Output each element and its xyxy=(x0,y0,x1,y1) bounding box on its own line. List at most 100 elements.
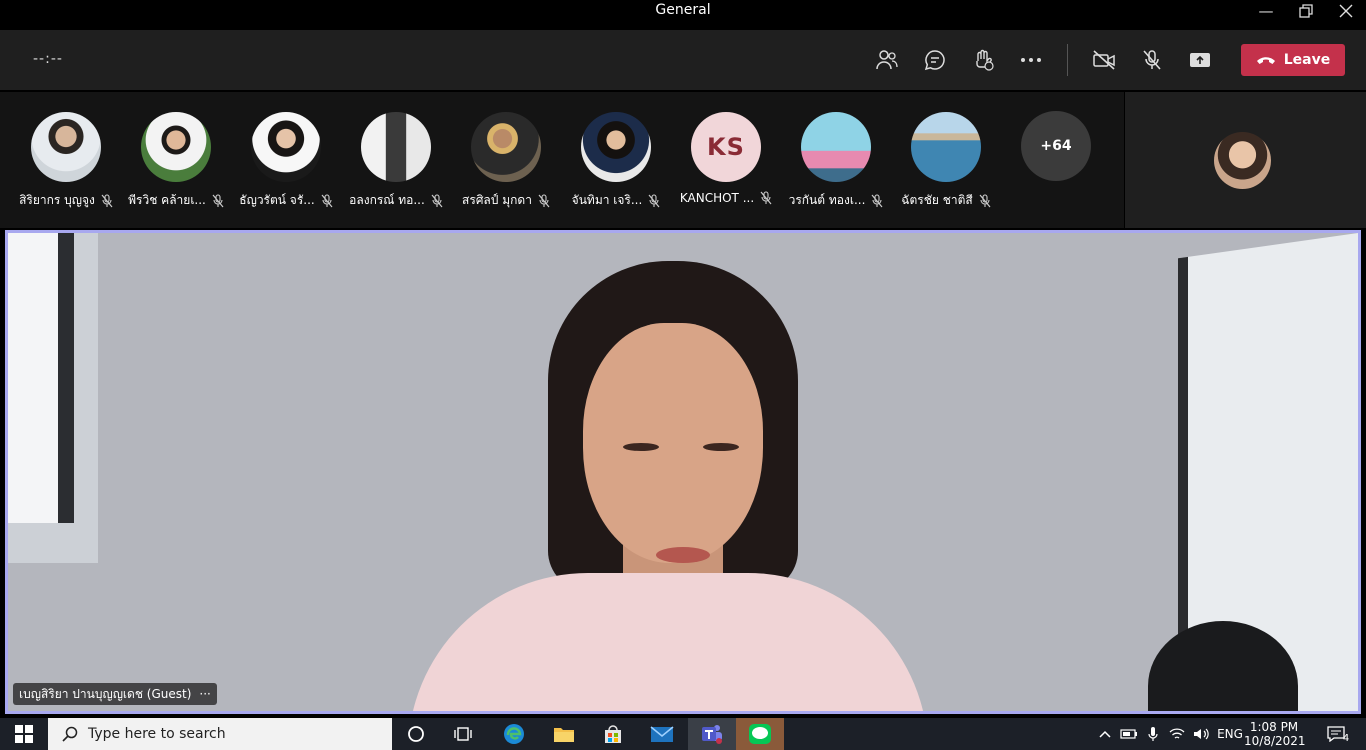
participant-tile[interactable]: สรศิลป์ มุกดา xyxy=(451,112,561,212)
chat-button[interactable] xyxy=(919,45,951,75)
teams-app[interactable] xyxy=(688,718,736,750)
action-center-button[interactable]: 4 xyxy=(1318,718,1358,750)
mic-off-icon xyxy=(648,193,660,207)
people-icon xyxy=(876,50,898,70)
cortana-icon xyxy=(408,726,424,742)
participant-avatar xyxy=(801,112,871,182)
mic-off-icon xyxy=(321,193,333,207)
participant-tile[interactable]: ฉัตรชัย ชาติสี xyxy=(891,112,1001,212)
mic-off-icon xyxy=(538,193,550,207)
clock-time: 1:08 PM xyxy=(1249,720,1299,734)
mic-off-icon xyxy=(212,193,224,207)
restore-button[interactable] xyxy=(1286,0,1326,22)
leave-button[interactable]: Leave xyxy=(1241,44,1345,76)
participant-avatar xyxy=(471,112,541,182)
taskbar-clock[interactable]: 1:08 PM 10/8/2021 xyxy=(1244,720,1306,748)
share-content-button[interactable] xyxy=(1184,45,1216,75)
folder-icon xyxy=(554,728,574,742)
participant-tile[interactable]: สิริยากร บุญจูง xyxy=(11,112,121,212)
title-bar: General — xyxy=(0,0,1366,22)
participant-tile[interactable]: วรกันต์ ทองเ... xyxy=(781,112,891,212)
line-messenger-icon xyxy=(749,724,771,744)
microphone-tray-button[interactable] xyxy=(1142,718,1164,750)
chat-icon xyxy=(924,50,945,71)
speaker-name: เบญสิริยา ปานบุญญเดช (Guest) xyxy=(19,686,192,701)
mic-off-icon xyxy=(760,191,772,205)
clock-date: 10/8/2021 xyxy=(1244,734,1306,748)
microphone-icon xyxy=(1148,727,1158,741)
store-app[interactable] xyxy=(589,718,637,750)
participant-avatar xyxy=(251,112,321,182)
show-hidden-icons-button[interactable] xyxy=(1094,718,1116,750)
participant-tile[interactable]: พีรวิช คล้ายเ... xyxy=(121,112,231,212)
minimize-button[interactable]: — xyxy=(1246,0,1286,22)
mic-toggle-button[interactable] xyxy=(1136,45,1168,75)
file-explorer-app[interactable] xyxy=(540,718,588,750)
mail-app[interactable] xyxy=(638,718,686,750)
participant-name: วรกันต์ ทองเ... xyxy=(788,193,866,207)
participant-name: พีรวิช คล้ายเ... xyxy=(128,193,206,207)
speaker-figure xyxy=(408,253,928,711)
taskbar: Type here to search ENG 1:08 PM 10/8/202 xyxy=(0,718,1366,750)
active-speaker-video[interactable] xyxy=(5,230,1361,714)
window-title: General xyxy=(655,2,711,18)
teams-icon xyxy=(702,725,722,744)
input-language-indicator[interactable]: ENG xyxy=(1214,718,1246,750)
store-icon xyxy=(605,725,621,743)
mic-off-icon xyxy=(431,193,443,207)
participant-name: ฉัตรชัย ชาติสี xyxy=(901,193,973,207)
participant-avatar xyxy=(361,112,431,182)
participant-name: สรศิลป์ มุกดา xyxy=(462,193,532,207)
network-button[interactable] xyxy=(1166,718,1188,750)
mic-off-icon xyxy=(979,193,991,207)
toolbar-divider xyxy=(1067,44,1068,76)
participant-avatar xyxy=(141,112,211,182)
participant-tile[interactable]: อลงกรณ์ ทอ... xyxy=(341,112,451,212)
participants-button[interactable] xyxy=(871,45,903,75)
search-placeholder: Type here to search xyxy=(88,726,226,742)
wifi-icon xyxy=(1169,728,1185,739)
edge-app[interactable] xyxy=(490,718,538,750)
close-button[interactable] xyxy=(1326,0,1366,22)
participant-name: จันทิมา เจริ... xyxy=(571,193,643,207)
participant-avatar xyxy=(911,112,981,182)
participant-name: KANCHOT ... xyxy=(679,191,755,205)
cortana-button[interactable] xyxy=(392,718,440,750)
more-actions-button[interactable] xyxy=(1015,45,1047,75)
participant-avatar xyxy=(581,112,651,182)
mail-icon xyxy=(650,726,674,742)
mic-off-icon xyxy=(871,193,883,207)
chevron-up-icon xyxy=(1099,730,1111,738)
reactions-button[interactable] xyxy=(967,45,999,75)
participant-tile[interactable]: KS KANCHOT ... xyxy=(671,112,781,212)
line-app[interactable] xyxy=(736,718,784,750)
self-avatar[interactable] xyxy=(1214,132,1271,189)
speaker-more-options-button[interactable]: ··· xyxy=(199,687,210,701)
camera-toggle-button[interactable] xyxy=(1088,45,1120,75)
volume-button[interactable] xyxy=(1190,718,1212,750)
battery-icon xyxy=(1120,729,1137,739)
participant-name: สิริยากร บุญจูง xyxy=(19,193,95,207)
search-icon xyxy=(62,726,78,742)
task-view-icon xyxy=(454,727,472,741)
notification-count: 4 xyxy=(1342,732,1350,744)
ellipsis-icon xyxy=(1021,58,1041,62)
participant-tile[interactable]: ธัญวรัตน์ จรั... xyxy=(231,112,341,212)
participant-tile[interactable]: จันทิมา เจริ... xyxy=(561,112,671,212)
participant-avatar xyxy=(31,112,101,182)
task-view-button[interactable] xyxy=(440,718,488,750)
hang-up-icon xyxy=(1256,57,1275,64)
share-screen-icon xyxy=(1190,53,1210,67)
raise-hand-icon xyxy=(976,49,994,71)
restore-icon xyxy=(1299,4,1313,18)
speaker-name-tag: เบญสิริยา ปานบุญญเดช (Guest) ··· xyxy=(13,683,217,705)
edge-icon xyxy=(504,724,524,744)
more-participants-button[interactable]: +64 xyxy=(1021,111,1091,181)
taskbar-search-box[interactable]: Type here to search xyxy=(48,718,392,750)
participant-name: ธัญวรัตน์ จรั... xyxy=(239,193,315,207)
battery-button[interactable] xyxy=(1118,718,1140,750)
video-background-frame xyxy=(8,233,74,523)
speaker-icon xyxy=(1194,728,1209,740)
start-button[interactable] xyxy=(0,718,48,750)
meeting-timer: --:-- xyxy=(33,51,63,67)
